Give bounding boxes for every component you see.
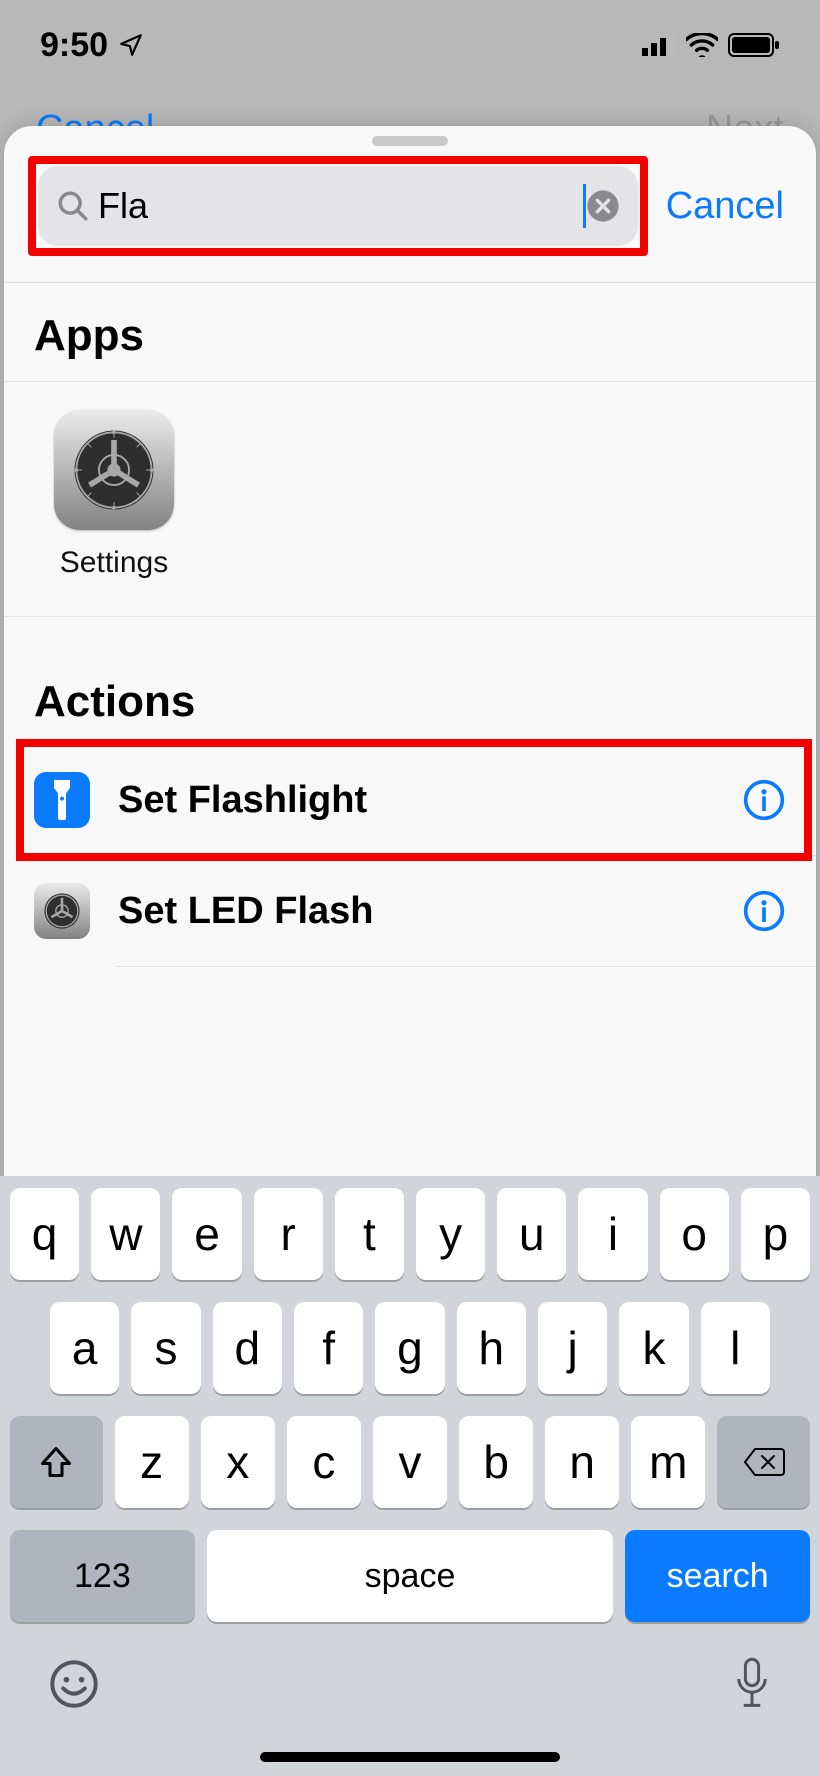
key-h[interactable]: h [457,1302,526,1394]
sheet-grabber[interactable] [372,136,448,146]
apps-section: Apps [4,283,816,653]
key-e[interactable]: e [172,1188,241,1280]
key-j[interactable]: j [538,1302,607,1394]
apps-heading: Apps [34,311,786,361]
key-k[interactable]: k [619,1302,688,1394]
key-s[interactable]: s [131,1302,200,1394]
cellular-icon [642,34,676,56]
actions-heading: Actions [4,677,816,745]
key-backspace[interactable] [717,1416,810,1508]
wifi-icon [686,33,718,57]
key-n[interactable]: n [545,1416,619,1508]
dictation-icon[interactable] [732,1656,772,1712]
action-set-led-flash[interactable]: Set LED Flash [4,856,816,966]
key-t[interactable]: t [335,1188,404,1280]
backspace-icon [743,1447,785,1477]
keyboard: q w e r t y u i o p a s d f g h j k l z [0,1176,820,1776]
clear-icon[interactable] [586,189,620,223]
tutorial-highlight-search [28,156,648,256]
settings-app-icon [54,410,174,530]
key-w[interactable]: w [91,1188,160,1280]
key-r[interactable]: r [254,1188,323,1280]
key-123[interactable]: 123 [10,1530,195,1622]
key-y[interactable]: y [416,1188,485,1280]
home-indicator[interactable] [260,1752,560,1762]
status-bar: 9:50 [0,0,820,90]
emoji-icon[interactable] [48,1658,100,1710]
status-time: 9:50 [40,26,108,65]
key-f[interactable]: f [294,1302,363,1394]
app-item-settings[interactable]: Settings [34,382,194,580]
key-space[interactable]: space [207,1530,613,1622]
key-b[interactable]: b [459,1416,533,1508]
flashlight-icon [34,772,90,828]
location-icon [118,32,144,58]
key-i[interactable]: i [578,1188,647,1280]
battery-icon [728,33,780,57]
key-c[interactable]: c [287,1416,361,1508]
key-shift[interactable] [10,1416,103,1508]
key-search[interactable]: search [625,1530,810,1622]
key-o[interactable]: o [660,1188,729,1280]
key-d[interactable]: d [213,1302,282,1394]
key-a[interactable]: a [50,1302,119,1394]
key-x[interactable]: x [201,1416,275,1508]
search-input[interactable] [90,185,589,227]
cancel-button[interactable]: Cancel [666,185,792,228]
key-p[interactable]: p [741,1188,810,1280]
actions-section: Actions Set Flashlight [4,653,816,967]
key-z[interactable]: z [115,1416,189,1508]
search-field[interactable] [38,166,638,246]
key-q[interactable]: q [10,1188,79,1280]
action-set-flashlight[interactable]: Set Flashlight [4,745,816,855]
shift-icon [38,1444,74,1480]
key-l[interactable]: l [701,1302,770,1394]
info-icon[interactable] [742,889,786,933]
app-label: Settings [60,546,168,580]
key-u[interactable]: u [497,1188,566,1280]
key-v[interactable]: v [373,1416,447,1508]
action-title: Set Flashlight [90,779,742,822]
action-title: Set LED Flash [90,890,742,933]
key-m[interactable]: m [631,1416,705,1508]
settings-action-icon [34,883,90,939]
info-icon[interactable] [742,778,786,822]
search-icon [56,189,90,223]
key-g[interactable]: g [375,1302,444,1394]
